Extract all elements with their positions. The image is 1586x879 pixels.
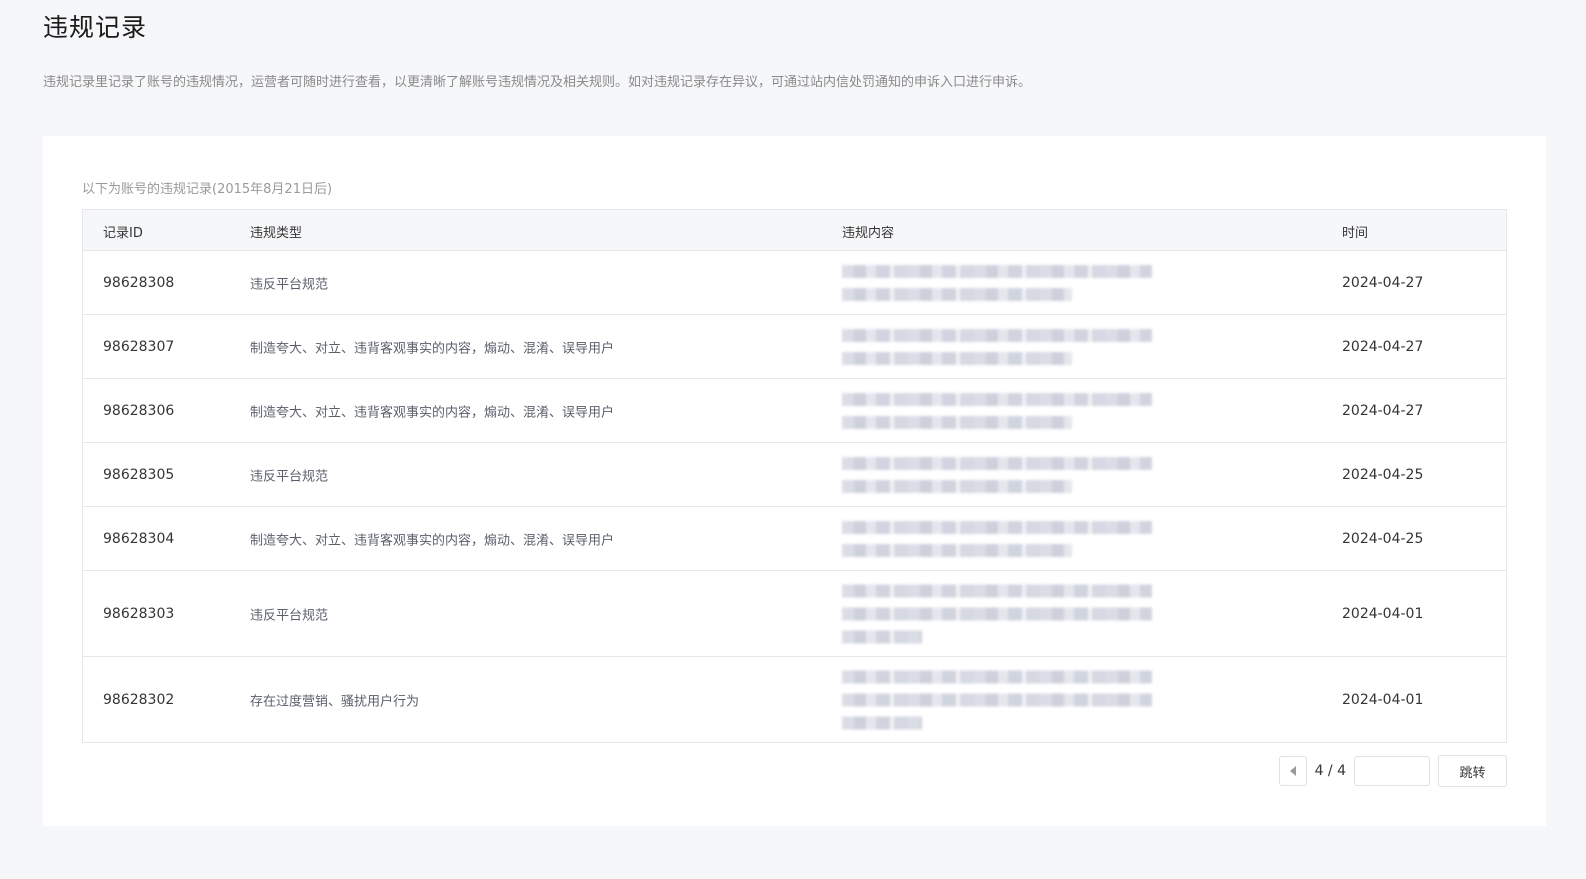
record-id: 98628303 [103,605,175,622]
blurred-violation-content [842,383,1152,439]
record-time: 2024-04-25 [1342,466,1424,483]
blurred-violation-content [842,660,1152,739]
record-time: 2024-04-27 [1342,402,1424,419]
table-row: 98628303 违反平台规范 2024-04-01 [83,571,1506,657]
record-id: 98628307 [103,338,175,355]
table-row: 98628305 违反平台规范 2024-04-25 [83,443,1506,507]
header-violation-type: 违规类型 [250,226,303,241]
header-violation-content: 违规内容 [842,226,895,241]
blurred-line [842,351,1072,365]
blurred-line [842,670,1152,683]
header-record-id: 记录ID [103,226,143,241]
table-row: 98628307 制造夸大、对立、违背客观事实的内容，煽动、混淆、误导用户 2024… [83,315,1506,379]
blurred-violation-content [842,574,1152,653]
record-id: 98628302 [103,691,175,708]
violation-type: 制造夸大、对立、违背客观事实的内容，煽动、混淆、误导用户 [250,405,615,420]
blurred-line [842,716,922,729]
records-subtitle: 以下为账号的违规记录(2015年8月21日后) [82,182,333,197]
violation-type: 违反平台规范 [250,608,329,623]
record-id: 98628304 [103,530,175,547]
blurred-line [842,415,1072,429]
blurred-line [842,392,1152,406]
jump-button[interactable]: 跳转 [1438,755,1507,787]
table-body: 98628308 违反平台规范 2024-04-27 98628307 制造夸大、对立、… [83,251,1506,742]
table-row: 98628306 制造夸大、对立、违背客观事实的内容，煽动、混淆、误导用户 2024… [83,379,1506,443]
blurred-line [842,479,1072,493]
record-id: 98628305 [103,466,175,483]
blurred-line [842,584,1152,597]
record-id: 98628308 [103,274,175,291]
violation-type: 存在过度营销、骚扰用户行为 [250,694,420,709]
header-time: 时间 [1342,226,1369,241]
triangle-left-icon [1289,766,1296,776]
blurred-line [842,630,922,643]
violation-type: 违反平台规范 [250,277,329,292]
blurred-line [842,693,1152,706]
record-id: 98628306 [103,402,175,419]
blurred-violation-content [842,255,1152,311]
table-row: 98628308 违反平台规范 2024-04-27 [83,251,1506,315]
blurred-violation-content [842,447,1152,503]
violation-type: 制造夸大、对立、违背客观事实的内容，煽动、混淆、误导用户 [250,341,615,356]
blurred-line [842,456,1152,470]
blurred-violation-content [842,511,1152,567]
blurred-line [842,264,1152,278]
table-row: 98628302 存在过度营销、骚扰用户行为 2024-04-01 [83,657,1506,742]
record-time: 2024-04-25 [1342,530,1424,547]
record-time: 2024-04-01 [1342,691,1424,708]
blurred-violation-content [842,319,1152,375]
page-title: 违规记录 [43,13,148,42]
page-number-input[interactable] [1354,756,1430,786]
blurred-line [842,287,1072,301]
blurred-line [842,520,1152,534]
record-time: 2024-04-27 [1342,338,1424,355]
page-description: 违规记录里记录了账号的违规情况，运营者可随时进行查看，以更清晰了解账号违规情况及… [43,75,1032,90]
violation-records-card: 以下为账号的违规记录(2015年8月21日后) 记录ID 违规类型 违规内容 时… [43,136,1546,826]
record-time: 2024-04-27 [1342,274,1424,291]
blurred-line [842,607,1152,620]
pagination: 4 / 4 跳转 [1278,755,1507,787]
violation-type: 制造夸大、对立、违背客观事实的内容，煽动、混淆、误导用户 [250,533,615,548]
blurred-line [842,328,1152,342]
table-row: 98628304 制造夸大、对立、违背客观事实的内容，煽动、混淆、误导用户 2024… [83,507,1506,571]
table-header: 记录ID 违规类型 违规内容 时间 [83,210,1506,251]
blurred-line [842,543,1072,557]
violation-type: 违反平台规范 [250,469,329,484]
page-indicator: 4 / 4 [1314,763,1346,779]
prev-page-button[interactable] [1278,756,1307,786]
record-time: 2024-04-01 [1342,605,1424,622]
violation-table: 记录ID 违规类型 违规内容 时间 98628308 违反平台规范 2024-04-… [82,209,1507,743]
